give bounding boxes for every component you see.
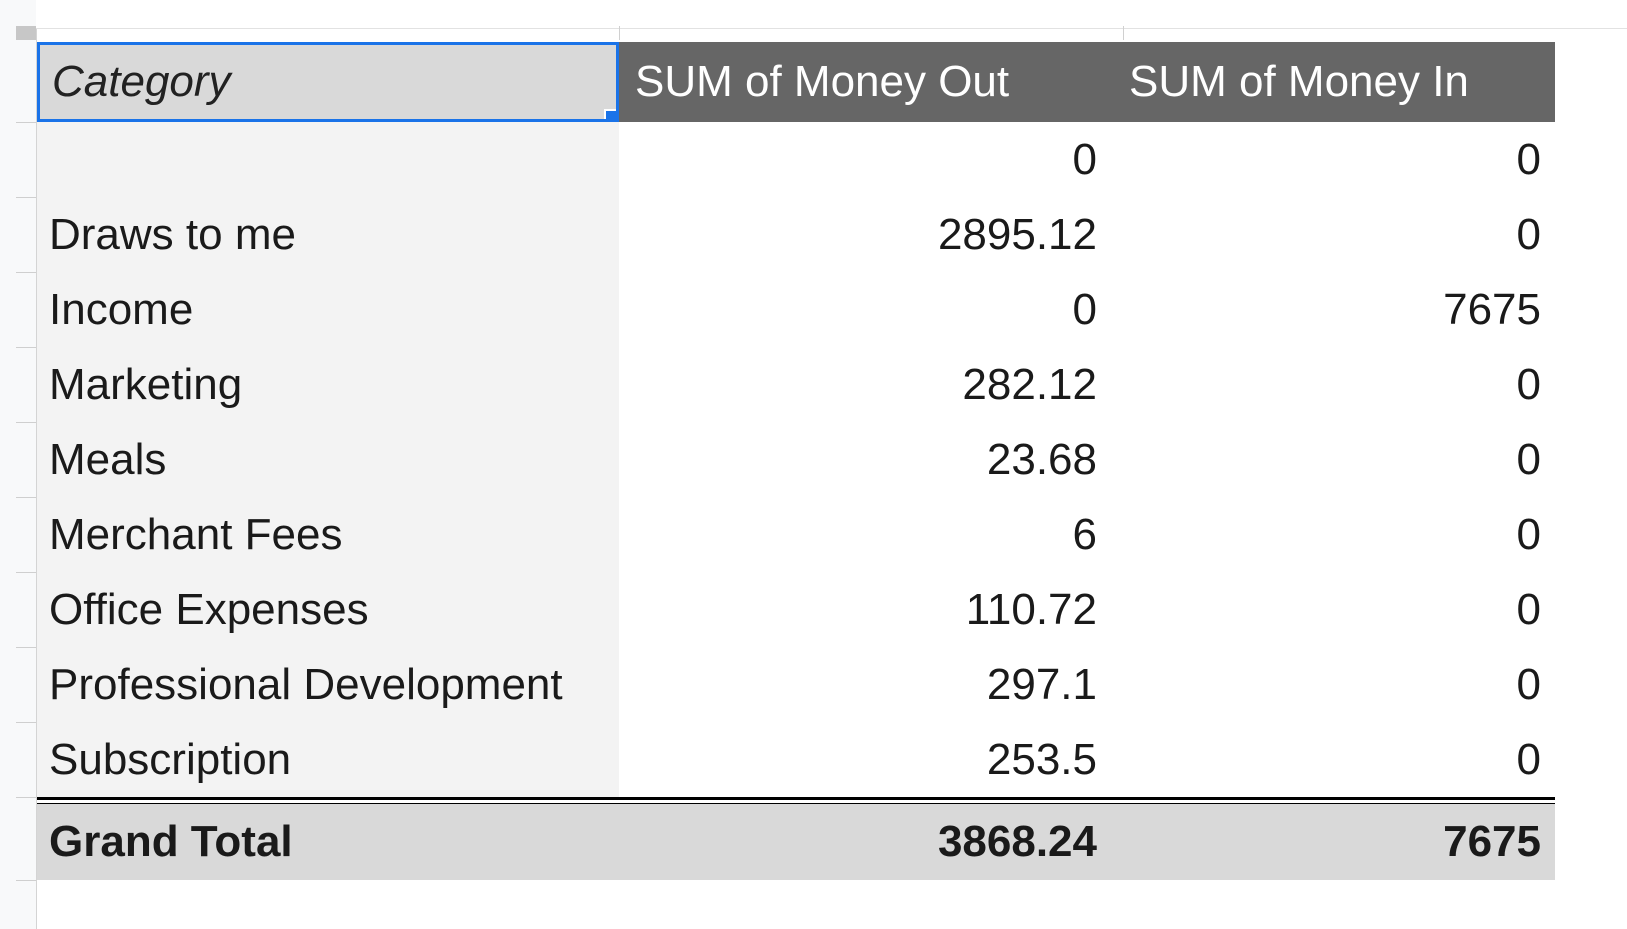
money-in-cell[interactable]: 0 xyxy=(1111,347,1555,422)
table-row: Meals 23.68 0 xyxy=(37,422,1614,497)
category-cell[interactable]: Professional Development xyxy=(37,647,619,722)
header-money-out-cell[interactable]: SUM of Money Out xyxy=(619,42,1111,122)
money-in-cell[interactable]: 7675 xyxy=(1111,272,1555,347)
table-row: Office Expenses 110.72 0 xyxy=(37,572,1614,647)
row-divider xyxy=(16,197,36,198)
row-divider xyxy=(16,497,36,498)
row-divider xyxy=(16,347,36,348)
grand-total-label-cell[interactable]: Grand Total xyxy=(37,804,619,880)
category-cell[interactable]: Office Expenses xyxy=(37,572,619,647)
empty-cell[interactable] xyxy=(1555,197,1614,272)
header-money-in-label: SUM of Money In xyxy=(1129,57,1469,106)
header-money-out-label: SUM of Money Out xyxy=(635,57,1010,106)
spreadsheet: Category SUM of Money Out SUM of Money I… xyxy=(0,0,1627,929)
empty-cell[interactable] xyxy=(1555,647,1614,722)
table-row: Merchant Fees 6 0 xyxy=(37,497,1614,572)
table-row: Subscription 253.5 0 xyxy=(37,722,1614,797)
grand-total-money-out-cell[interactable]: 3868.24 xyxy=(619,804,1111,880)
pivot-header-row: Category SUM of Money Out SUM of Money I… xyxy=(37,42,1614,122)
row-divider xyxy=(16,272,36,273)
money-in-cell[interactable]: 0 xyxy=(1111,647,1555,722)
empty-cell[interactable] xyxy=(1555,347,1614,422)
column-header-strip xyxy=(36,0,1627,40)
empty-cell[interactable] xyxy=(1555,422,1614,497)
header-money-in-cell[interactable]: SUM of Money In xyxy=(1111,42,1555,122)
empty-cell[interactable] xyxy=(1555,42,1614,122)
row-divider xyxy=(16,422,36,423)
select-all-corner[interactable] xyxy=(16,26,36,40)
grand-total-row: Grand Total 3868.24 7675 xyxy=(37,804,1614,880)
empty-cell[interactable] xyxy=(1555,572,1614,647)
table-row: 0 0 xyxy=(37,122,1614,197)
table-row: Income 0 7675 xyxy=(37,272,1614,347)
category-cell[interactable]: Draws to me xyxy=(37,197,619,272)
header-category-cell[interactable]: Category xyxy=(37,42,619,122)
category-cell[interactable]: Merchant Fees xyxy=(37,497,619,572)
empty-cell[interactable] xyxy=(1555,272,1614,347)
row-divider xyxy=(16,722,36,723)
empty-cell[interactable] xyxy=(1555,122,1614,197)
empty-cell[interactable] xyxy=(1555,722,1614,797)
money-out-cell[interactable]: 23.68 xyxy=(619,422,1111,497)
money-out-cell[interactable]: 0 xyxy=(619,122,1111,197)
money-in-cell[interactable]: 0 xyxy=(1111,572,1555,647)
money-out-cell[interactable]: 253.5 xyxy=(619,722,1111,797)
header-category-label: Category xyxy=(52,57,231,106)
money-in-cell[interactable]: 0 xyxy=(1111,722,1555,797)
money-out-cell[interactable]: 0 xyxy=(619,272,1111,347)
category-cell[interactable]: Marketing xyxy=(37,347,619,422)
column-divider[interactable] xyxy=(619,26,620,40)
selection-fill-handle[interactable] xyxy=(604,109,616,119)
row-divider xyxy=(16,880,36,881)
pivot-table: Category SUM of Money Out SUM of Money I… xyxy=(37,42,1614,880)
row-divider xyxy=(16,797,36,798)
money-out-cell[interactable]: 2895.12 xyxy=(619,197,1111,272)
money-in-cell[interactable]: 0 xyxy=(1111,422,1555,497)
money-in-cell[interactable]: 0 xyxy=(1111,122,1555,197)
category-cell[interactable]: Income xyxy=(37,272,619,347)
category-cell[interactable]: Subscription xyxy=(37,722,619,797)
row-header-gutter xyxy=(0,0,37,929)
money-out-cell[interactable]: 110.72 xyxy=(619,572,1111,647)
money-out-cell[interactable]: 297.1 xyxy=(619,647,1111,722)
empty-cell[interactable] xyxy=(1555,497,1614,572)
table-row: Draws to me 2895.12 0 xyxy=(37,197,1614,272)
table-row: Marketing 282.12 0 xyxy=(37,347,1614,422)
empty-cell[interactable] xyxy=(1555,804,1614,880)
category-cell[interactable]: Meals xyxy=(37,422,619,497)
grand-total-money-in-cell[interactable]: 7675 xyxy=(1111,804,1555,880)
money-in-cell[interactable]: 0 xyxy=(1111,197,1555,272)
table-row: Professional Development 297.1 0 xyxy=(37,647,1614,722)
row-divider xyxy=(16,572,36,573)
category-cell[interactable] xyxy=(37,122,619,197)
money-out-cell[interactable]: 282.12 xyxy=(619,347,1111,422)
row-divider xyxy=(16,122,36,123)
money-out-cell[interactable]: 6 xyxy=(619,497,1111,572)
row-divider xyxy=(16,647,36,648)
column-divider[interactable] xyxy=(1123,26,1124,40)
money-in-cell[interactable]: 0 xyxy=(1111,497,1555,572)
grand-total-separator xyxy=(37,797,1555,804)
